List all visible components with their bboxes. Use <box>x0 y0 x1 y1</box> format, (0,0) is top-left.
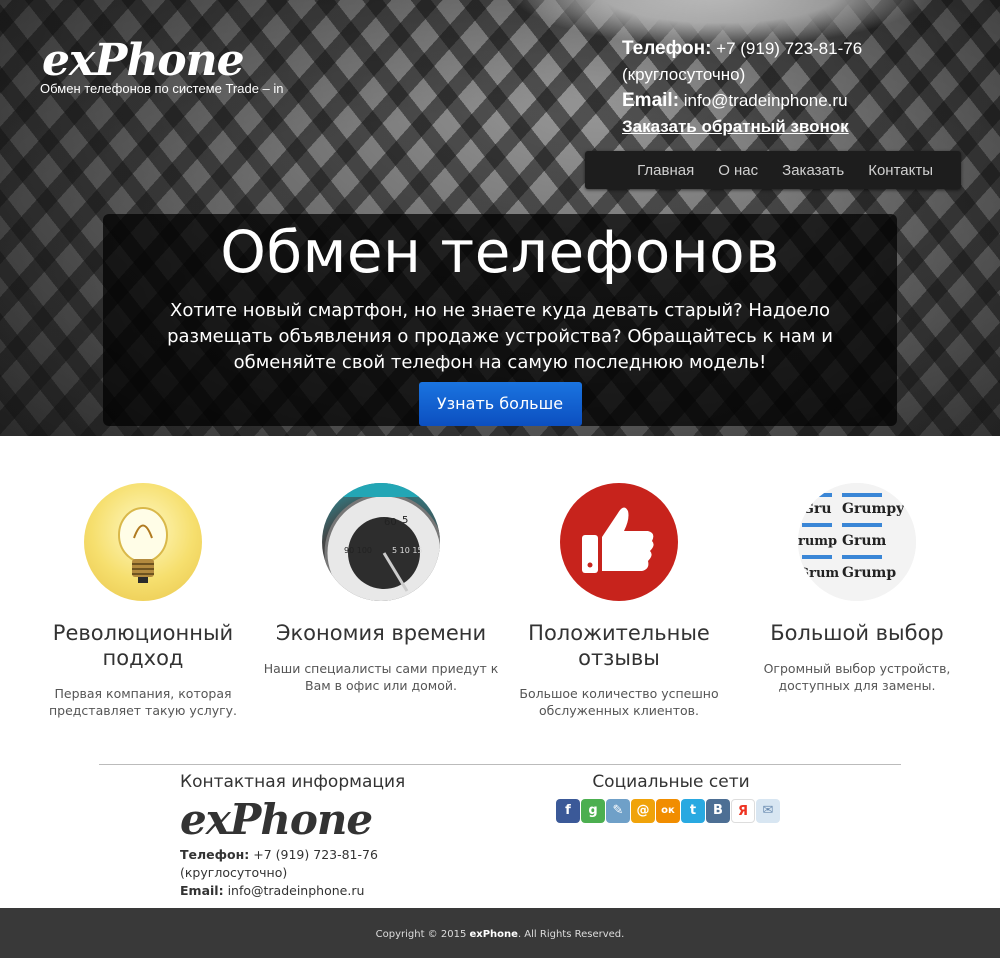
nav-item-about[interactable]: О нас <box>718 162 758 179</box>
feature-title: Экономия времени <box>275 621 487 645</box>
feature-title: Революционный подход <box>52 621 234 670</box>
feature-reviews: Положительные отзывы Большое количество … <box>500 483 738 719</box>
learn-more-button[interactable]: Узнать больше <box>418 382 582 426</box>
hero-text: Хотите новый смартфон, но не знаете куда… <box>167 300 833 373</box>
google-plus-icon[interactable]: g <box>581 799 605 823</box>
page-footer: Copyright © 2015 exPhone. All Rights Res… <box>0 908 1000 958</box>
contact-hours: (круглосуточно) <box>180 865 288 880</box>
social-icons: f g ✎ @ ок t В Я ✉ <box>556 799 786 823</box>
svg-text:Gru: Gru <box>802 501 832 517</box>
main-nav: Главная О нас Заказать Контакты <box>585 151 961 189</box>
feature-revolution: Революционный подход Первая компания, ко… <box>24 483 262 719</box>
twitter-icon[interactable]: t <box>681 799 705 823</box>
hero-title: Обмен телефонов <box>220 218 780 286</box>
feature-title: Большой выбор <box>770 621 944 645</box>
vkontakte-icon[interactable]: В <box>706 799 730 823</box>
feature-title: Положительные отзывы <box>528 621 710 670</box>
svg-text:Grum: Grum <box>798 566 839 581</box>
section-divider <box>99 764 901 765</box>
phone-label: Телефон: <box>622 38 712 59</box>
copyright-rights: . All Rights Reserved. <box>517 929 625 940</box>
svg-text:Grumpy: Grumpy <box>842 501 905 517</box>
font-samples-icon: Gru Grumpy rump Grum Grum Grump <box>798 483 916 601</box>
speedometer-icon: 60 5 90 100 5 10 15 <box>322 483 440 601</box>
mail-ru-icon[interactable]: @ <box>631 799 655 823</box>
svg-text:90 100: 90 100 <box>344 546 372 555</box>
nav-item-home[interactable]: Главная <box>637 162 694 179</box>
contact-lines: Телефон: +7 (919) 723-81-76 (круглосуточ… <box>180 846 405 900</box>
svg-text:Grum: Grum <box>842 533 887 549</box>
header-email-line: Email: info@tradeinphone.ru <box>622 88 862 114</box>
contact-email-line: Email: info@tradeinphone.ru <box>180 882 405 900</box>
svg-text:rump: rump <box>798 534 837 549</box>
feature-text: Огромный выбор устройств, доступных для … <box>763 661 951 693</box>
header-phone-line: Телефон: +7 (919) 723-81-76 <box>622 36 862 62</box>
svg-text:5: 5 <box>402 515 408 526</box>
contact-info: Контактная информация exPhone Телефон: +… <box>180 772 405 900</box>
contact-email[interactable]: info@tradeinphone.ru <box>228 883 365 898</box>
lightbulb-icon <box>84 483 202 601</box>
hero-section: exPhone Обмен телефонов по системе Trade… <box>0 0 1000 436</box>
phone-hours: (круглосуточно) <box>622 65 746 84</box>
email-label: Email: <box>622 90 680 111</box>
svg-text:5 10 15: 5 10 15 <box>392 546 423 555</box>
footer-logo[interactable]: exPhone <box>180 796 405 844</box>
feature-text: Большое количество успешно обслуженных к… <box>519 686 719 718</box>
svg-text:60: 60 <box>384 517 397 528</box>
phone-number: +7 (919) 723-81-76 <box>716 39 863 58</box>
callback-link[interactable]: Заказать обратный звонок <box>622 114 862 140</box>
social-block: Социальные сети f g ✎ @ ок t В Я ✉ <box>556 772 786 823</box>
feature-text: Первая компания, которая представляет та… <box>48 686 238 718</box>
feature-choice: Gru Grumpy rump Grum Grum Grump Большой … <box>738 483 976 694</box>
nav-item-order[interactable]: Заказать <box>782 162 844 179</box>
svg-text:Grump: Grump <box>842 565 896 581</box>
nav-item-contacts[interactable]: Контакты <box>868 162 933 179</box>
feature-time: 60 5 90 100 5 10 15 Экономия времени Наш… <box>262 483 500 694</box>
thumbs-up-icon <box>560 483 678 601</box>
hero-banner: Обмен телефонов Хотите новый смартфон, н… <box>103 214 897 426</box>
contact-phone-label: Телефон: <box>180 847 250 862</box>
site-tagline: Обмен телефонов по системе Trade – in <box>40 81 284 96</box>
copyright-text: Copyright © 2015 <box>375 929 467 940</box>
feature-text: Наши специалисты сами приедут к Вам в оф… <box>263 661 499 693</box>
email-icon[interactable]: ✉ <box>756 799 780 823</box>
odnoklassniki-icon[interactable]: ок <box>656 799 680 823</box>
header-contacts: Телефон: +7 (919) 723-81-76 (круглосуточ… <box>622 36 862 140</box>
email-address[interactable]: info@tradeinphone.ru <box>684 91 848 110</box>
facebook-icon[interactable]: f <box>556 799 580 823</box>
contact-phone: +7 (919) 723-81-76 <box>253 847 378 862</box>
livejournal-icon[interactable]: ✎ <box>606 799 630 823</box>
yandex-icon[interactable]: Я <box>731 799 755 823</box>
copyright-brand: exPhone <box>469 929 518 940</box>
contact-email-label: Email: <box>180 883 224 898</box>
contact-phone-line: Телефон: +7 (919) 723-81-76 <box>180 846 405 864</box>
social-title: Социальные сети <box>592 772 750 792</box>
contact-title: Контактная информация <box>180 772 406 792</box>
site-logo[interactable]: exPhone <box>42 38 245 84</box>
